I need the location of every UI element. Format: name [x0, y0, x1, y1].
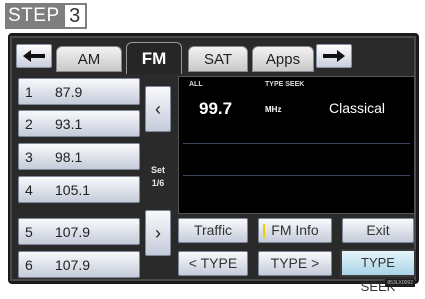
- station-genre: Classical: [329, 100, 386, 116]
- audio-screen: AM FM SAT Apps 1 87.9 2 93.1 3 98.1 4 10…: [10, 36, 416, 294]
- tab-fm[interactable]: FM: [126, 42, 182, 74]
- exit-button[interactable]: Exit: [342, 218, 414, 243]
- preset-button-4[interactable]: 4 105.1: [18, 176, 140, 203]
- frequency-unit: MHz: [265, 105, 282, 114]
- fm-info-label: FM Info: [271, 222, 319, 238]
- source-tab-bar: AM FM SAT Apps: [16, 42, 412, 74]
- station-info-panel: ALL TYPE SEEK 99.7 MHz Classical: [178, 76, 415, 214]
- preset-button-5[interactable]: 5 107.9: [18, 218, 140, 245]
- preset-number: 2: [25, 116, 33, 132]
- step-number: 3: [62, 3, 87, 29]
- preset-button-3[interactable]: 3 98.1: [18, 143, 140, 170]
- preset-frequency: 105.1: [55, 182, 91, 198]
- step-label: STEP: [5, 3, 63, 29]
- tab-scroll-left-button[interactable]: [16, 44, 52, 68]
- type-next-button[interactable]: TYPE >: [258, 251, 332, 276]
- preset-frequency: 107.9: [55, 257, 91, 273]
- set-label: Set: [150, 165, 165, 175]
- fm-info-indicator: [263, 224, 265, 238]
- band-label: ALL: [189, 81, 203, 88]
- preset-number: 4: [25, 182, 33, 198]
- preset-frequency: 107.9: [55, 224, 91, 240]
- current-frequency: 99.7: [199, 99, 233, 118]
- right-arrow-icon: [323, 50, 345, 62]
- preset-number: 3: [25, 149, 33, 165]
- tab-am[interactable]: AM: [56, 46, 122, 72]
- preset-set-indicator: Set 1/6: [145, 164, 171, 190]
- preset-number: 5: [25, 224, 33, 240]
- preset-button-6[interactable]: 6 107.9: [18, 251, 140, 278]
- preset-number: 6: [25, 257, 33, 273]
- preset-frequency: 98.1: [55, 149, 83, 165]
- tab-apps[interactable]: Apps: [252, 46, 314, 72]
- preset-page-prev-button[interactable]: ‹: [145, 86, 171, 132]
- divider: [183, 143, 410, 144]
- fm-info-button[interactable]: FM Info: [258, 218, 332, 243]
- preset-number: 1: [25, 84, 33, 100]
- left-arrow-icon: [23, 50, 45, 62]
- tab-scroll-right-button[interactable]: [316, 44, 352, 68]
- step-indicator: STEP 3: [5, 3, 87, 29]
- mode-label: TYPE SEEK: [265, 81, 305, 88]
- preset-button-1[interactable]: 1 87.9: [18, 78, 140, 105]
- type-seek-button[interactable]: TYPE SEEK: [340, 249, 416, 294]
- set-page: 1/6: [151, 178, 165, 188]
- type-prev-button[interactable]: < TYPE: [178, 251, 248, 276]
- image-code: 853LX0092: [385, 279, 415, 287]
- traffic-button[interactable]: Traffic: [178, 218, 248, 243]
- tab-sat[interactable]: SAT: [188, 46, 248, 72]
- preset-frequency: 93.1: [55, 116, 83, 132]
- preset-button-2[interactable]: 2 93.1: [18, 110, 140, 137]
- preset-page-next-button[interactable]: ›: [145, 210, 171, 256]
- preset-frequency: 87.9: [55, 84, 83, 100]
- divider: [183, 175, 410, 176]
